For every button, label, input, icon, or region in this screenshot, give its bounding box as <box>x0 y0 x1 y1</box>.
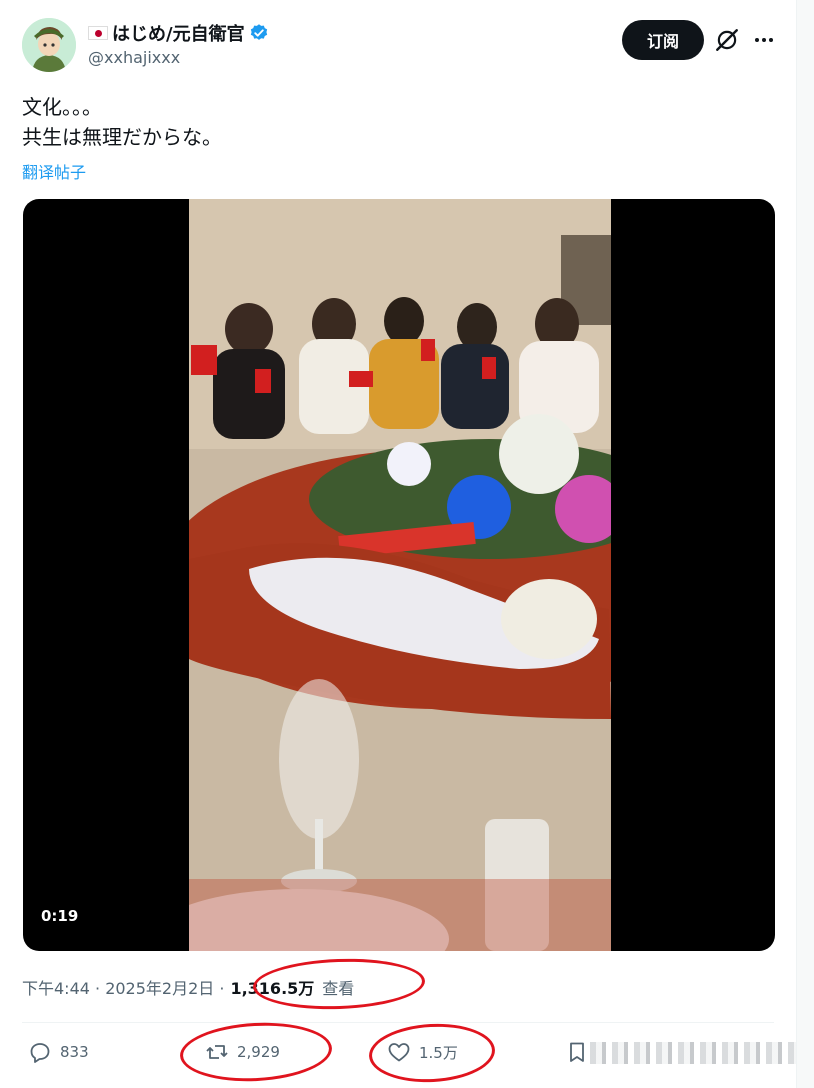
divider <box>22 1022 774 1023</box>
avatar[interactable] <box>22 18 76 72</box>
video-timestamp: 0:19 <box>41 907 79 925</box>
reply-icon <box>30 1043 50 1063</box>
post-text-line: 文化。。。 <box>22 95 102 119</box>
annotation-circle-likes <box>367 1020 497 1086</box>
reply-count: 833 <box>60 1043 89 1061</box>
annotation-circle-retweets <box>178 1019 334 1085</box>
post-text: 文化。。。 共生は無理だからな。 <box>22 92 222 152</box>
subscribe-button[interactable]: 订阅 <box>622 20 704 60</box>
more-icon[interactable] <box>750 28 778 52</box>
japan-flag-icon <box>88 26 108 40</box>
blurred-region <box>590 1042 800 1064</box>
grok-icon[interactable] <box>714 27 740 53</box>
bookmark-icon <box>570 1042 584 1062</box>
reply-button[interactable]: 833 <box>28 1040 89 1064</box>
post-text-line: 共生は無理だからな。 <box>22 125 222 149</box>
author-display-name[interactable]: はじめ/元自衛官 <box>112 20 245 46</box>
author-name-row[interactable]: はじめ/元自衛官 <box>88 20 269 46</box>
page-edge <box>796 0 814 1088</box>
video-player[interactable]: 0:19 <box>23 199 775 951</box>
tweet-detail: はじめ/元自衛官 @xxhajixxx 订阅 文化。。。 共生は無理だからな。 … <box>0 0 800 1088</box>
author-handle[interactable]: @xxhajixxx <box>88 48 180 67</box>
bookmark-button[interactable] <box>565 1040 589 1064</box>
translate-post-link[interactable]: 翻译帖子 <box>22 159 86 183</box>
verified-badge-icon <box>250 24 267 40</box>
video-frame <box>189 199 611 951</box>
post-time-date[interactable]: 下午4:44 · 2025年2月2日 · <box>22 975 224 999</box>
annotation-circle-views <box>252 956 426 1012</box>
